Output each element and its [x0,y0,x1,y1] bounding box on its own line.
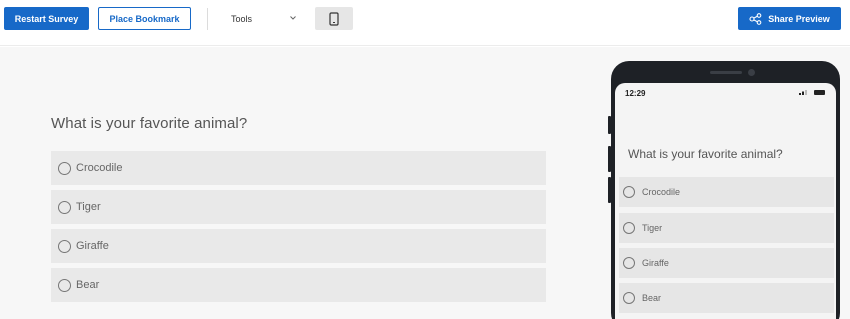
choice-label: Crocodile [76,162,123,174]
mobile-choice-tiger[interactable]: Tiger [619,213,834,243]
mobile-phone-icon [329,11,339,26]
tools-dropdown[interactable]: Tools [218,7,308,30]
radio-icon [58,278,71,292]
choice-label: Crocodile [642,187,681,197]
choice-label: Giraffe [642,258,669,268]
choice-bear[interactable]: Bear [51,268,546,302]
phone-status-bar: 12:29 [615,83,836,103]
status-time: 12:29 [625,89,646,98]
place-bookmark-button[interactable]: Place Bookmark [98,7,191,30]
chevron-down-icon [290,16,296,20]
mobile-question-text: What is your favorite animal? [628,147,783,161]
phone-side-button [608,177,611,203]
phone-side-button [608,116,611,134]
choice-label: Giraffe [76,240,109,252]
radio-icon [58,239,71,253]
radio-icon [623,222,635,234]
phone-speaker [710,71,742,74]
share-preview-button[interactable]: Share Preview [738,7,841,30]
share-nodes-icon [749,12,762,25]
restart-survey-button[interactable]: Restart Survey [4,7,89,30]
phone-screen: 12:29 What is your favorite animal? Croc… [615,83,836,319]
preview-toolbar: Restart Survey Place Bookmark Tools Shar… [0,0,850,46]
choice-label: Bear [76,279,100,291]
mobile-phone-preview: 12:29 What is your favorite animal? Croc… [608,61,840,319]
choice-giraffe[interactable]: Giraffe [51,229,546,263]
survey-preview-app: Restart Survey Place Bookmark Tools Shar… [0,0,850,319]
mobile-view-toggle[interactable] [315,7,353,30]
radio-icon [58,200,71,214]
mobile-choice-bear[interactable]: Bear [619,283,834,313]
radio-icon [623,257,635,269]
phone-camera-icon [748,69,755,76]
question-text: What is your favorite animal? [51,115,248,132]
toolbar-divider [207,8,208,30]
choice-label: Bear [642,293,662,303]
choice-label: Tiger [642,223,663,233]
mobile-choice-crocodile[interactable]: Crocodile [619,177,834,207]
mobile-choice-giraffe[interactable]: Giraffe [619,248,834,278]
desktop-survey-preview: What is your favorite animal? Crocodile … [0,47,580,319]
radio-icon [623,186,635,198]
tools-label: Tools [231,13,253,24]
radio-icon [623,292,635,304]
phone-side-button [608,146,611,172]
choice-tiger[interactable]: Tiger [51,190,546,224]
battery-icon [814,90,825,95]
choice-label: Tiger [76,201,101,213]
share-preview-label: Share Preview [768,13,830,24]
signal-icon [799,90,807,95]
radio-icon [58,161,71,175]
choice-crocodile[interactable]: Crocodile [51,151,546,185]
